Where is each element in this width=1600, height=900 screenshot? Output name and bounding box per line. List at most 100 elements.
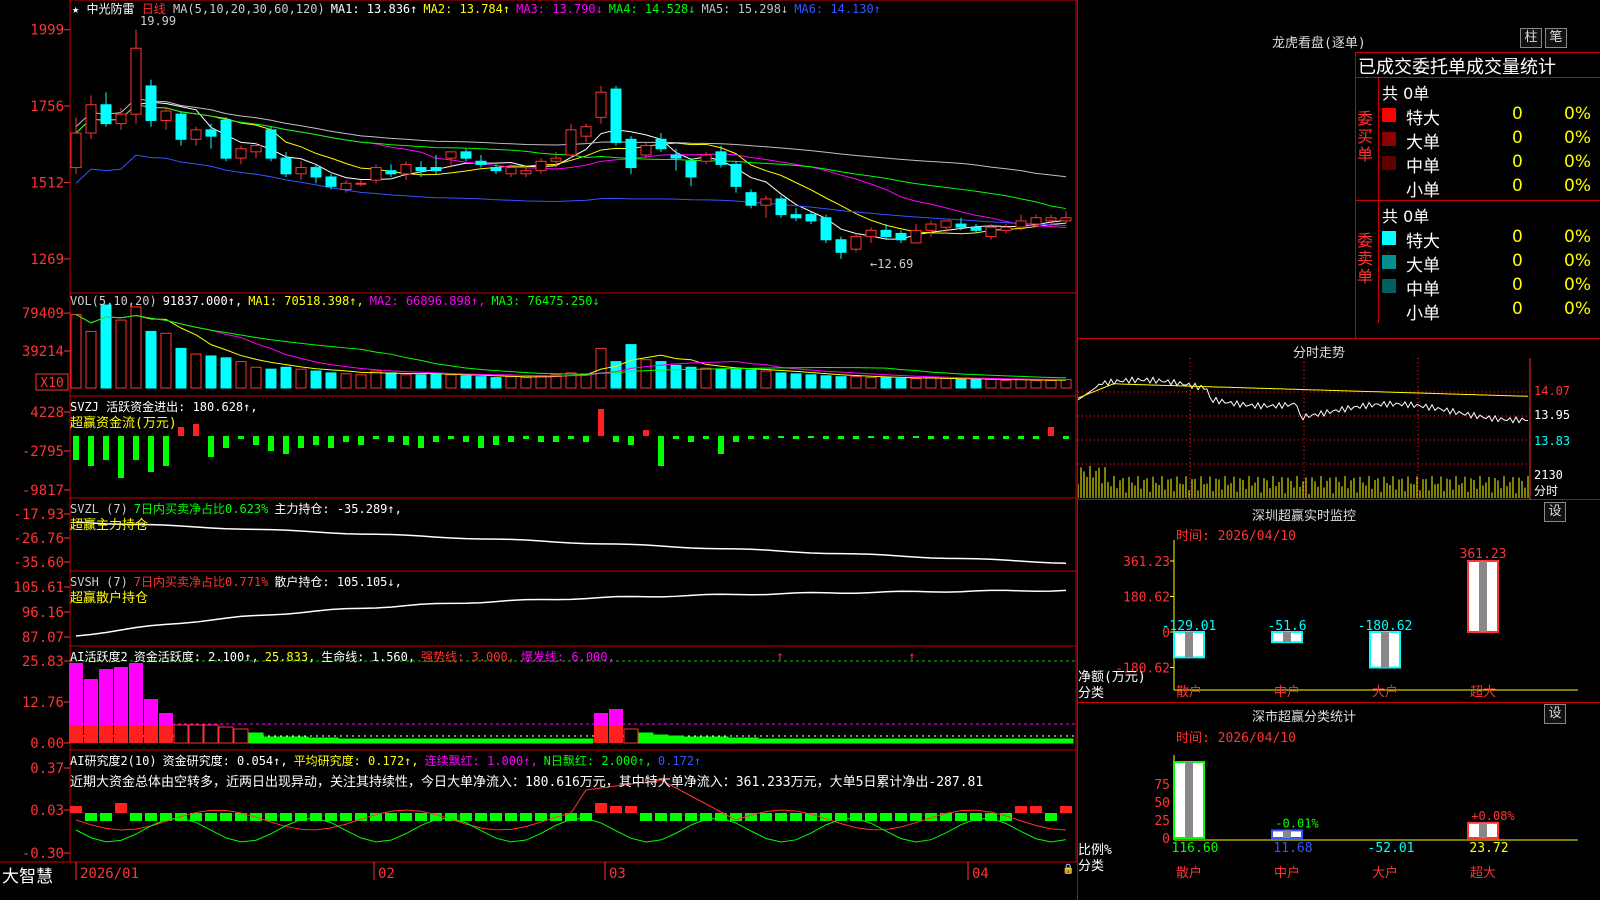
flow-value: 361.23 — [1460, 547, 1507, 562]
volume-bar — [235, 361, 247, 389]
activity-bar — [863, 738, 879, 744]
row-label: 小单 — [1406, 181, 1440, 201]
monitor-cat-label: 分类 — [1078, 686, 1105, 701]
research-bar — [760, 813, 772, 821]
candle — [265, 129, 277, 159]
candle — [505, 167, 517, 175]
volume-bar — [790, 373, 802, 389]
buy-label: 委买单 — [1357, 109, 1374, 164]
research-bar — [880, 813, 892, 821]
flow-bar — [1018, 436, 1024, 439]
candle — [400, 163, 412, 175]
header-item: 连续飘红: 1.000↑, — [424, 754, 538, 768]
candle — [835, 239, 847, 253]
header-item: 25.833, — [264, 650, 316, 664]
research-bar — [130, 813, 142, 821]
activity-bar — [848, 738, 864, 744]
flow-bar — [943, 436, 949, 439]
category-label: 中户 — [1274, 684, 1300, 700]
flow-bar — [178, 427, 184, 436]
activity-bar — [1058, 738, 1074, 744]
stats-change: +0.08% — [1471, 809, 1515, 823]
volume-bar — [340, 373, 352, 389]
star-icon[interactable]: ★ — [72, 2, 79, 16]
header-item: 强势线: 3.000, — [421, 650, 515, 664]
tick-mode-button[interactable]: 笔 — [1545, 28, 1567, 48]
activity-bar — [353, 738, 369, 744]
svzj-chart[interactable]: 4228 -2795 -9817 — [22, 405, 1069, 499]
flow-bar — [388, 436, 394, 442]
research-bar — [910, 813, 922, 821]
color-swatch — [1382, 156, 1396, 170]
candle — [325, 176, 337, 187]
kline-chart[interactable]: 199917561512126919.99←12.69 — [30, 14, 1072, 271]
lock-icon[interactable]: 🔒 — [1062, 864, 1074, 875]
research-bar — [610, 806, 622, 813]
strong-bar — [594, 725, 608, 743]
flow-bar — [883, 436, 889, 439]
candle — [925, 223, 937, 231]
flow-bar — [448, 436, 454, 439]
activity-bar — [953, 738, 969, 744]
flow-bar — [958, 436, 964, 439]
stats-chart[interactable]: 75 50 25 0116.60 散户 -0.01% 11.68 中户 -52.01 大户 +0.0… — [1078, 745, 1600, 900]
flow-bar — [268, 436, 274, 451]
lhb-subtitle: 已成交委托单成交量统计 — [1358, 57, 1556, 78]
research-bar — [1015, 806, 1027, 813]
header-item: AI活跃度2 — [70, 650, 128, 664]
research-bar — [190, 813, 202, 821]
color-swatch — [1382, 279, 1396, 293]
flow-bar — [238, 436, 244, 439]
stats-tick: 25 — [1154, 814, 1170, 829]
candle — [730, 163, 742, 187]
intraday-chart[interactable]: 14.07 13.95 13.83 2130 分时 — [1078, 358, 1600, 500]
category-label: 超大 — [1470, 685, 1496, 700]
flow-bar — [1033, 436, 1039, 439]
volume-bar — [730, 368, 742, 389]
sell-total: 共 0单 — [1382, 207, 1430, 226]
research-bar — [205, 813, 217, 821]
flow-bar — [418, 436, 424, 448]
flow-bar — [193, 424, 199, 436]
volume-bar — [820, 375, 832, 389]
header-item: 资金活跃度: 2.100↑, — [133, 650, 259, 664]
volume-bar — [70, 313, 82, 389]
y-tick-label: 0.37 — [30, 761, 64, 777]
candle — [655, 138, 667, 150]
volume-bar — [910, 378, 922, 389]
research-bar — [1060, 806, 1072, 813]
candle — [1060, 217, 1072, 222]
activity-bar — [743, 737, 759, 744]
flow-bar — [523, 436, 529, 439]
header-item: MA2: 13.784↑ — [423, 2, 511, 16]
candle — [625, 138, 637, 169]
order-row: 特大 0 0% — [1382, 227, 1600, 252]
research-bar — [640, 813, 652, 821]
flow-bar — [1063, 436, 1069, 439]
flow-bar — [298, 436, 304, 448]
activity-bar — [413, 738, 429, 744]
period-label[interactable]: 日线 — [142, 2, 166, 16]
y-tick-label: -2795 — [22, 444, 64, 460]
monitor-chart[interactable]: 361.23180.620-180.62-129.01散户-51.6中户-180… — [1078, 540, 1600, 702]
volume-bar — [610, 361, 622, 389]
volume-bar — [265, 368, 277, 389]
y-tick-label: 87.07 — [22, 630, 64, 646]
flow-bar — [88, 436, 94, 466]
volume-chart[interactable]: 79409 39214 X10 — [22, 304, 1072, 391]
header-item: 平均研究度: 0.172↑, — [293, 754, 419, 768]
monitor-settings-button[interactable]: 设 — [1544, 502, 1566, 522]
activity-bar — [788, 738, 804, 744]
brand-logo[interactable]: 大智慧 — [2, 862, 53, 887]
volume-bar — [355, 374, 367, 389]
order-row: 小单 0 0% — [1382, 176, 1600, 201]
research-bar — [625, 806, 637, 813]
candle — [310, 167, 322, 178]
candle — [850, 236, 862, 250]
candle — [430, 167, 442, 172]
stats-settings-button[interactable]: 设 — [1544, 704, 1566, 724]
activity-bar — [923, 738, 939, 744]
header-item: N日飘红: 2.000↑, — [543, 754, 652, 768]
bar-mode-button[interactable]: 柱 — [1520, 28, 1542, 48]
candle — [1045, 217, 1057, 222]
